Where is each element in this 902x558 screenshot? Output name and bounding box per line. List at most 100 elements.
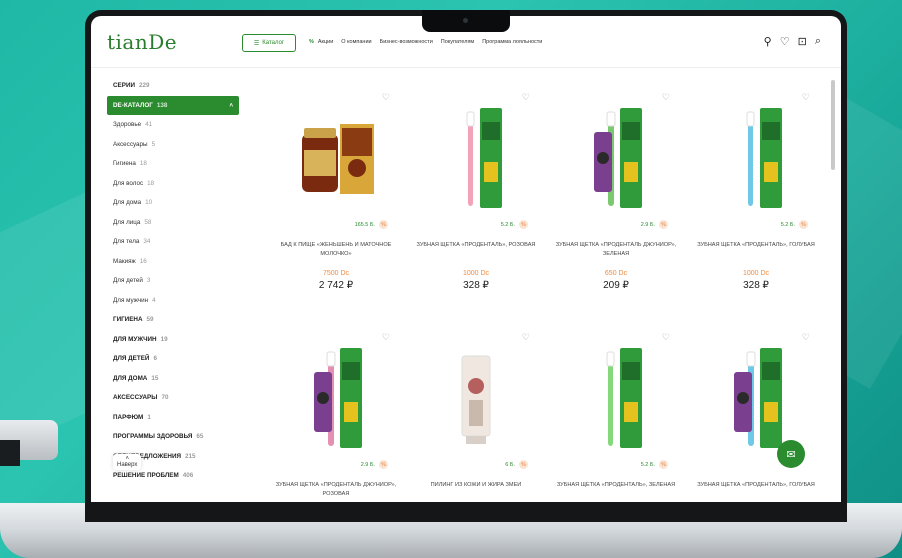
catalog-button[interactable]: ☰ Каталог <box>242 34 296 52</box>
product-title[interactable]: БАД К ПИЩЕ «ЖЕНЬШЕНЬ И МАТОЧНОЕ МОЛОЧКО» <box>266 241 406 259</box>
sidebar-item-label: РЕШЕНИЕ ПРОБЛЕМ <box>113 472 179 480</box>
product-image[interactable] <box>560 102 672 214</box>
bag-icon[interactable]: ⊡ <box>798 35 807 48</box>
sidebar-item[interactable]: СЕРИИ 229 <box>107 76 247 96</box>
scrollbar[interactable] <box>831 80 835 170</box>
product-dc-price: 650 Dc <box>604 270 628 277</box>
sidebar-item[interactable]: ПРОГРАММЫ ЗДОРОВЬЯ 65 <box>107 427 247 447</box>
search-icon[interactable]: ⌕ <box>815 35 821 48</box>
sidebar-item-label: Для дома <box>113 199 142 207</box>
chat-button[interactable]: ✉ <box>777 440 805 468</box>
sidebar-item[interactable]: Для мужчин 4 <box>107 291 247 311</box>
product-dc-price: 7500 Dc <box>322 270 350 277</box>
chat-icon: ✉ <box>786 448 796 461</box>
user-icon[interactable]: ⚲ <box>764 35 772 48</box>
product-image[interactable] <box>700 102 812 214</box>
product-title[interactable]: ЗУБНАЯ ЩЕТКА «ПРОДЕНТАЛЬ ДЖУНИОР», РОЗОВ… <box>266 481 406 499</box>
sidebar-item-label: Для мужчин <box>113 296 149 304</box>
points-badge: 5.2 Б. <box>500 221 515 228</box>
product-image[interactable] <box>280 102 392 214</box>
sidebar-item-label: Аксессуары <box>113 140 148 148</box>
sidebar-item[interactable]: Здоровье 41 <box>107 115 247 135</box>
nav-item-promos[interactable]: Акции <box>318 39 333 45</box>
product-card[interactable]: ♡ 2.9 Б.% ЗУБНАЯ ЩЕТКА «ПРОДЕНТАЛЬ ДЖУНИОР… <box>266 332 406 502</box>
sidebar-item[interactable]: ДЛЯ ДЕТЕЙ 6 <box>107 349 247 369</box>
sidebar-item[interactable]: АКСЕССУАРЫ 70 <box>107 388 247 408</box>
sidebar-item[interactable]: Гигиена 18 <box>107 154 247 174</box>
sidebar-item-label: Для волос <box>113 179 144 187</box>
product-card[interactable]: ♡ 5.2 Б.% ЗУБНАЯ ЩЕТКА «ПРОДЕНТАЛЬ», ГОЛУБ… <box>686 92 826 314</box>
sidebar-item[interactable]: DE-КАТАЛОГ 138 ˄ <box>107 95 239 115</box>
menu-icon: ☰ <box>253 40 260 47</box>
sidebar-item-label: Для лица <box>113 218 141 226</box>
sidebar-item-label: DE-КАТАЛОГ <box>113 101 153 109</box>
nav-item-about[interactable]: О компании <box>341 39 371 45</box>
points-badge: 2.9 Б. <box>640 221 655 228</box>
discount-icon: % <box>519 460 528 469</box>
sidebar-item-wrap: Макияж 16 <box>113 258 147 265</box>
product-image[interactable] <box>700 342 812 454</box>
sidebar-item-wrap: СЕРИИ 229 <box>113 82 150 89</box>
sidebar-item-wrap: Для тела 34 <box>113 238 150 245</box>
heart-icon[interactable]: ♡ <box>780 35 790 48</box>
camera-icon <box>463 18 468 23</box>
logo[interactable]: tianDe <box>107 30 177 54</box>
sidebar-item[interactable]: ГИГИЕНА 59 <box>107 310 247 330</box>
product-badges: 6 Б.% <box>505 460 528 469</box>
sidebar-item[interactable]: Для волос 18 <box>107 174 247 194</box>
nav-item-loyalty[interactable]: Программа лояльности <box>482 39 542 45</box>
product-title[interactable]: ЗУБНАЯ ЩЕТКА «ПРОДЕНТАЛЬ», РОЗОВАЯ <box>406 241 546 250</box>
sidebar-item-label: СЕРИИ <box>113 82 135 90</box>
sidebar-item[interactable]: ДЛЯ ДОМА 15 <box>107 369 247 389</box>
sidebar-item-wrap: ПАРФЮМ 1 <box>113 414 151 421</box>
sidebar-item[interactable]: Для детей 3 <box>107 271 247 291</box>
product-image[interactable] <box>280 342 392 454</box>
sidebar-item-count: 19 <box>160 335 168 343</box>
sidebar-item-wrap: DE-КАТАЛОГ 138 <box>113 102 167 109</box>
sidebar-item[interactable]: Для тела 34 <box>107 232 247 252</box>
sidebar-item[interactable]: Для дома 10 <box>107 193 247 213</box>
product-title[interactable]: ЗУБНАЯ ЩЕТКА «ПРОДЕНТАЛЬ», ЗЕЛЕНАЯ <box>546 481 686 490</box>
sidebar-item-count: 65 <box>196 433 204 441</box>
product-card[interactable]: ♡ 6 Б.% ПИЛИНГ ИЗ КОЖИ И ЖИРА ЗМЕИ <box>406 332 546 502</box>
product-image[interactable] <box>420 342 532 454</box>
product-card[interactable]: ♡ 5.2 Б.% ЗУБНАЯ ЩЕТКА «ПРОДЕНТАЛЬ», ЗЕЛЕН… <box>546 332 686 502</box>
product-card[interactable]: ♡ 2.9 Б.% ЗУБНАЯ ЩЕТКА «ПРОДЕНТАЛЬ ДЖУНИОР… <box>546 92 686 314</box>
points-badge: 5.2 Б. <box>640 461 655 468</box>
product-image[interactable] <box>420 102 532 214</box>
header-icons: ⚲ ♡ ⊡ ⌕ <box>764 35 821 48</box>
sidebar-item-label: Для детей <box>113 277 143 285</box>
product-title[interactable]: ЗУБНАЯ ЩЕТКА «ПРОДЕНТАЛЬ», ГОЛУБАЯ <box>686 481 826 490</box>
sidebar-item[interactable]: ПАРФЮМ 1 <box>107 408 247 428</box>
product-card[interactable]: ♡ ЗУБНАЯ ЩЕТКА «ПРОДЕНТАЛЬ», ГОЛУБАЯ <box>686 332 826 502</box>
product-title[interactable]: ЗУБНАЯ ЩЕТКА «ПРОДЕНТАЛЬ ДЖУНИОР», ЗЕЛЕН… <box>546 241 686 259</box>
sidebar-item[interactable]: ДЛЯ МУЖЧИН 19 <box>107 330 247 350</box>
product-badges: 5.2 Б.% <box>501 220 528 229</box>
product-card[interactable]: ♡ 5.2 Б.% ЗУБНАЯ ЩЕТКА «ПРОДЕНТАЛЬ», РОЗОВ… <box>406 92 546 314</box>
sidebar-item-count: 18 <box>139 160 147 168</box>
sidebar-item[interactable]: Макияж 16 <box>107 252 247 272</box>
product-price: 209 ₽ <box>603 280 629 291</box>
back-to-top-button[interactable]: ˄ Наверх <box>113 454 142 470</box>
sidebar-item-label: ГИГИЕНА <box>113 316 143 324</box>
product-title[interactable]: ЗУБНАЯ ЩЕТКА «ПРОДЕНТАЛЬ», ГОЛУБАЯ <box>686 241 826 250</box>
product-card[interactable]: ♡ 165.5 Б.% БАД К ПИЩЕ «ЖЕНЬШЕНЬ И МАТОЧНО… <box>266 92 406 314</box>
sidebar-item-wrap: Аксессуары 5 <box>113 141 155 148</box>
product-badges: 165.5 Б.% <box>355 220 388 229</box>
sidebar-item-wrap: ДЛЯ ДЕТЕЙ 6 <box>113 355 157 362</box>
back-to-top-label: Наверх <box>117 462 138 468</box>
nav-item-business[interactable]: Бизнес-возможности <box>380 39 433 45</box>
sidebar-item[interactable]: Для лица 58 <box>107 213 247 233</box>
sidebar-item-label: ДЛЯ МУЖЧИН <box>113 335 157 343</box>
nav-item-customers[interactable]: Покупателям <box>441 39 474 45</box>
sidebar-item-count: 229 <box>139 82 150 90</box>
sidebar-item-wrap: Для волос 18 <box>113 180 154 187</box>
points-badge: 2.9 Б. <box>360 461 375 468</box>
sidebar-item-count: 34 <box>143 238 151 246</box>
laptop-screen: tianDe ☰ Каталог % Акции О компании Бизн… <box>91 16 841 502</box>
laptop-lid: tianDe ☰ Каталог % Акции О компании Бизн… <box>85 10 847 522</box>
product-price: 328 ₽ <box>743 280 769 291</box>
sidebar-item[interactable]: Аксессуары 5 <box>107 135 247 155</box>
product-title[interactable]: ПИЛИНГ ИЗ КОЖИ И ЖИРА ЗМЕИ <box>406 481 546 490</box>
product-image[interactable] <box>560 342 672 454</box>
